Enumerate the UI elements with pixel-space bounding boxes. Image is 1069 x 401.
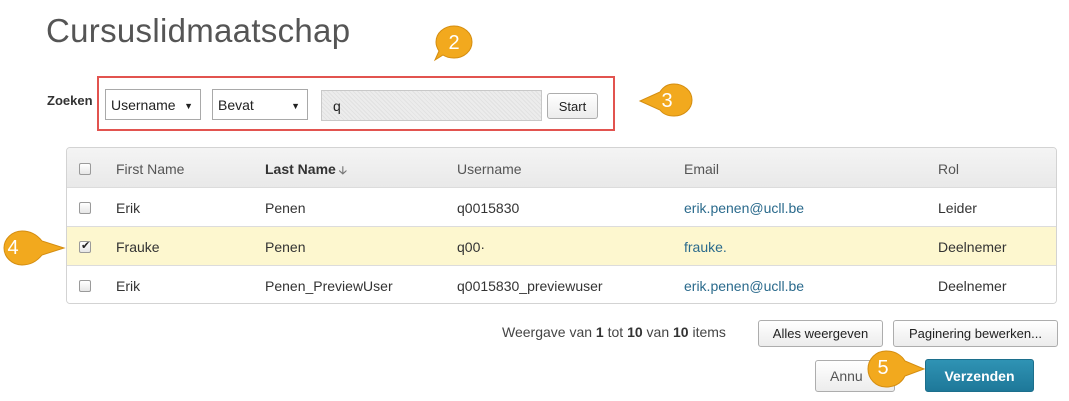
cell-first-name: Frauke [116, 239, 160, 255]
step-marker-number: 3 [661, 90, 673, 112]
pager-total: 10 [673, 324, 689, 340]
header-last-name[interactable]: Last Name 🡣 [265, 161, 347, 181]
pager-summary: Weergave van 1 tot 10 van 10 items [502, 324, 726, 340]
highlight-frame [97, 76, 615, 131]
cell-email-link[interactable]: erik.penen@ucll.be [684, 200, 804, 216]
cell-role: Deelnemer [938, 239, 1007, 255]
row-checkbox[interactable] [79, 280, 91, 292]
members-table: First Name Last Name 🡣 Username Email Rol… [66, 147, 1057, 304]
search-label: Zoeken [47, 93, 93, 108]
cell-username: q0015830 [457, 200, 520, 216]
cell-first-name: Erik [116, 200, 141, 216]
pager-from: 1 [595, 324, 604, 340]
step-marker-2: 2 [433, 24, 475, 62]
pager-prefix: Weergave van [502, 324, 593, 340]
step-marker-number: 4 [7, 237, 19, 259]
pager-to: 10 [627, 324, 643, 340]
step-marker-number: 5 [877, 357, 889, 379]
pager-to-word: tot [607, 324, 624, 340]
table-row: Erik Penen_PreviewUser q0015830_previewu… [67, 266, 1056, 303]
submit-button[interactable]: Verzenden [925, 359, 1034, 392]
show-all-button[interactable]: Alles weergeven [758, 320, 883, 347]
table-row: Erik Penen q0015830 erik.penen@ucll.be L… [67, 188, 1056, 227]
cell-role: Deelnemer [938, 278, 1007, 294]
table-row: Frauke Penen q00· frauke. Deelnemer [67, 227, 1056, 266]
header-username[interactable]: Username [457, 161, 522, 177]
cell-username: q00· [457, 239, 486, 255]
header-email[interactable]: Email [684, 161, 719, 177]
edit-paging-button[interactable]: Paginering bewerken... [893, 320, 1058, 347]
cell-email-link[interactable]: erik.penen@ucll.be [684, 278, 804, 294]
cell-role: Leider [938, 200, 977, 216]
pager-of-word: van [646, 324, 670, 340]
page-title: Cursuslidmaatschap [46, 12, 351, 49]
cell-username: q0015830_previewuser [457, 278, 603, 294]
cell-first-name: Erik [116, 278, 141, 294]
pager-suffix: items [692, 324, 726, 340]
cell-last-name: Penen [265, 200, 306, 216]
header-last-name-label: Last Name [265, 161, 336, 177]
row-checkbox[interactable] [79, 202, 91, 214]
cell-email-link[interactable]: frauke. [684, 239, 727, 255]
step-marker-4: 4 [0, 229, 66, 267]
step-marker-3: 3 [638, 82, 693, 120]
row-checkbox[interactable] [79, 239, 91, 253]
table-header: First Name Last Name 🡣 Username Email Rol [67, 148, 1056, 188]
header-role[interactable]: Rol [938, 161, 959, 177]
select-all-checkbox[interactable] [79, 163, 91, 175]
cell-last-name: Penen [265, 239, 306, 255]
arrow-down-icon: 🡣 [338, 165, 347, 177]
cell-last-name: Penen_PreviewUser [265, 278, 393, 294]
step-marker-5: 5 [864, 349, 926, 388]
header-first-name[interactable]: First Name [116, 161, 184, 177]
step-marker-number: 2 [448, 32, 460, 54]
